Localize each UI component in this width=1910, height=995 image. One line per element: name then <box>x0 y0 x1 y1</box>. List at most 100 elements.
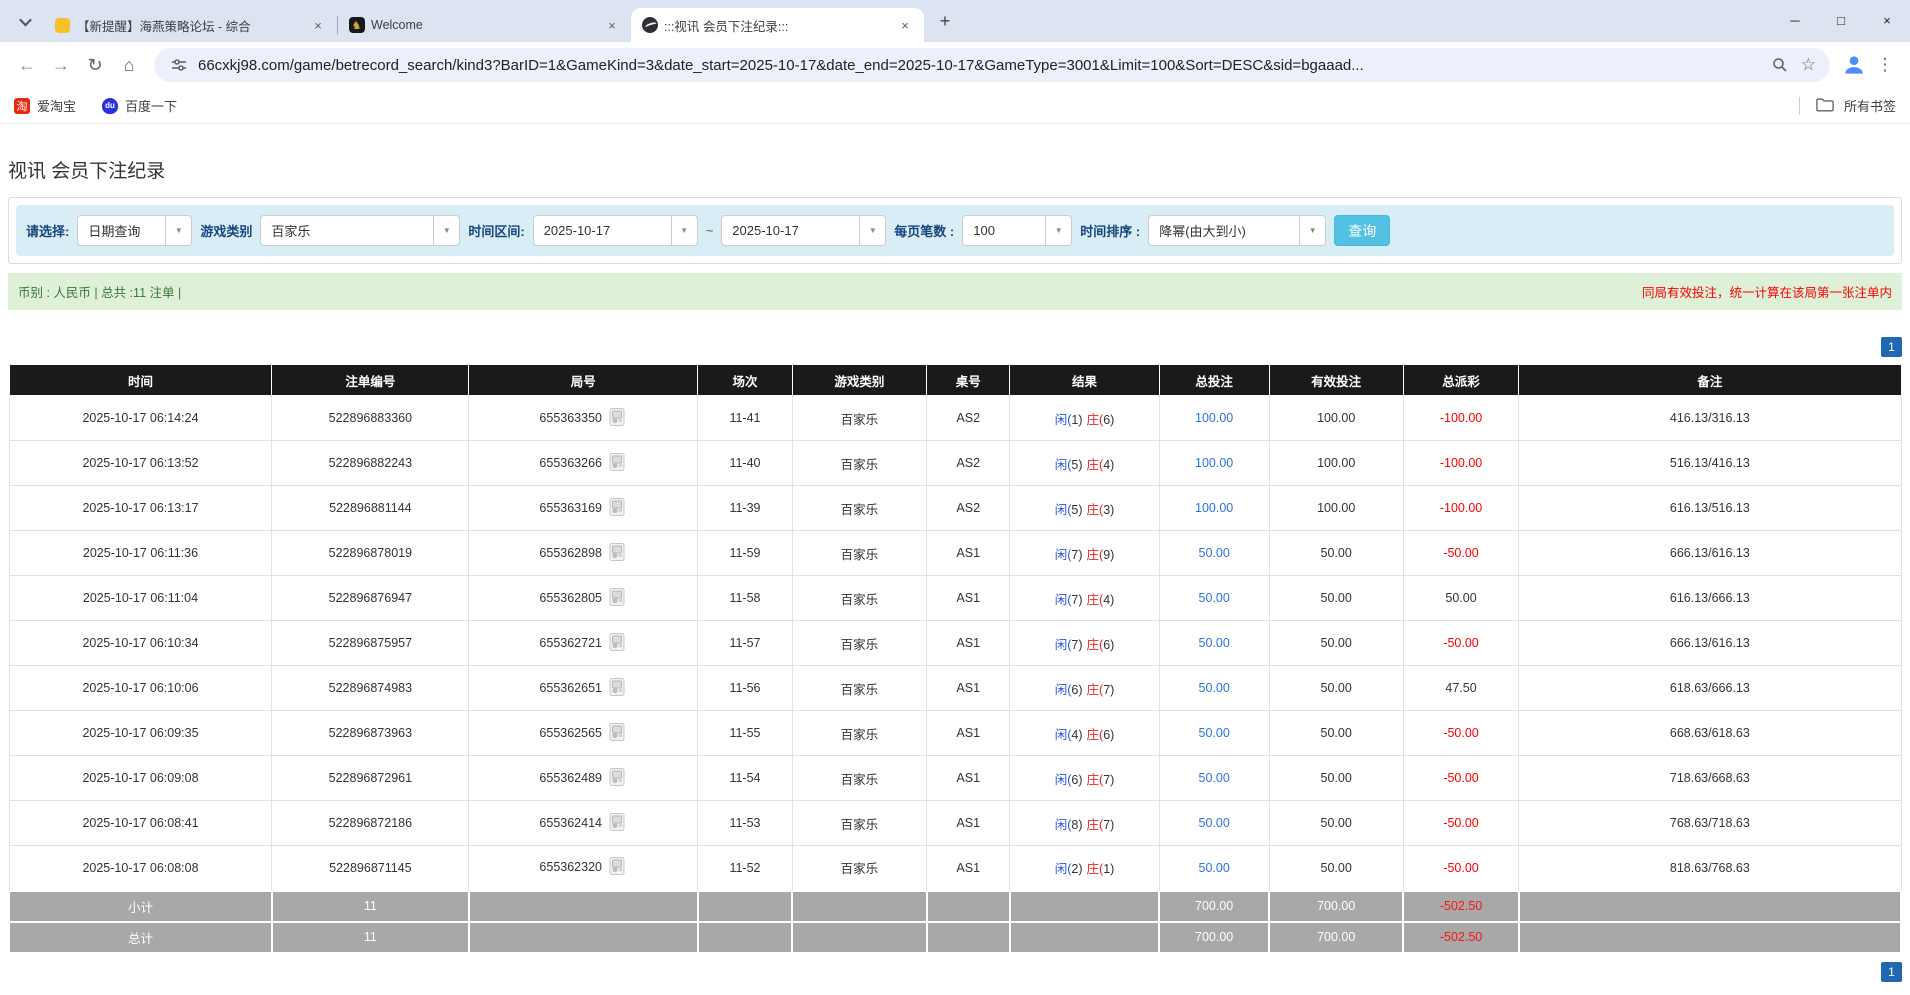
result-player: 闲(6) <box>1055 769 1083 788</box>
browser-menu-icon[interactable]: ⋮ <box>1870 50 1900 80</box>
round-number: 655362414 <box>539 815 602 829</box>
video-replay-icon[interactable] <box>607 452 627 475</box>
minimize-button[interactable]: ─ <box>1772 0 1818 40</box>
total-bet-link[interactable]: 50.00 <box>1199 771 1230 785</box>
cell-valid-bet: 100.00 <box>1269 396 1403 441</box>
result-player: 闲(5) <box>1055 499 1083 518</box>
cell-session: 11-56 <box>698 666 793 711</box>
forward-icon[interactable]: → <box>44 48 78 82</box>
cell-remark: 718.63/668.63 <box>1519 756 1901 801</box>
total-bet-link[interactable]: 50.00 <box>1199 681 1230 695</box>
payout-cell: -50.00 <box>1403 846 1518 891</box>
date-end-select[interactable]: 2025-10-17 ▼ <box>721 215 886 246</box>
search-button[interactable]: 查询 <box>1334 215 1390 246</box>
total-bet-link[interactable]: 50.00 <box>1199 816 1230 830</box>
all-bookmarks[interactable]: 所有书签 <box>1799 96 1896 115</box>
cell-remark: 416.13/316.13 <box>1519 396 1901 441</box>
cell-remark: 616.13/666.13 <box>1519 576 1901 621</box>
video-replay-icon[interactable] <box>607 677 627 700</box>
summary-empty-cell <box>1519 922 1901 953</box>
reload-icon[interactable]: ↻ <box>78 48 112 82</box>
summary-empty-cell <box>792 891 926 922</box>
close-icon[interactable]: × <box>309 16 327 34</box>
cell-table-no: AS2 <box>927 396 1010 441</box>
tab-bet-records[interactable]: :::视讯 会员下注纪录::: × <box>631 8 924 42</box>
video-replay-icon[interactable] <box>607 632 627 655</box>
cell-round: 655362565 <box>469 711 698 756</box>
bookmark-baidu[interactable]: du 百度一下 <box>102 96 177 115</box>
video-replay-icon[interactable] <box>607 722 627 745</box>
summary-empty-cell <box>1519 891 1901 922</box>
cell-time: 2025-10-17 06:09:08 <box>9 756 272 801</box>
total-bet-link[interactable]: 100.00 <box>1195 501 1233 515</box>
round-number: 655362805 <box>539 590 602 604</box>
cell-result: 闲(5)庄(4) <box>1010 441 1159 486</box>
total-bet-link[interactable]: 50.00 <box>1199 861 1230 875</box>
close-icon[interactable]: × <box>896 16 914 34</box>
filter-bar: 请选择: 日期查询 ▼ 游戏类别 百家乐 ▼ 时间区间: 2025-10-17 … <box>16 205 1894 256</box>
bookmark-taobao[interactable]: 淘 爱淘宝 <box>14 96 76 115</box>
tab-welcome[interactable]: ♞ Welcome × <box>338 8 631 42</box>
total-bet-link[interactable]: 50.00 <box>1199 726 1230 740</box>
back-icon[interactable]: ← <box>10 48 44 82</box>
cell-total-bet: 100.00 <box>1159 486 1269 531</box>
cell-time: 2025-10-17 06:11:04 <box>9 576 272 621</box>
profile-avatar[interactable] <box>1838 49 1870 81</box>
tab-title: 【新提醒】海燕策略论坛 - 综合 <box>77 16 303 35</box>
cell-total-bet: 50.00 <box>1159 756 1269 801</box>
video-replay-icon[interactable] <box>607 497 627 520</box>
cell-session: 11-58 <box>698 576 793 621</box>
page-1-button[interactable]: 1 <box>1881 962 1902 982</box>
video-replay-icon[interactable] <box>607 812 627 835</box>
address-bar[interactable]: 66cxkj98.com/game/betrecord_search/kind3… <box>154 48 1830 82</box>
summary-empty-cell <box>927 922 1010 953</box>
video-replay-icon[interactable] <box>607 767 627 790</box>
caret-down-icon: ▼ <box>165 216 191 245</box>
page-1-button[interactable]: 1 <box>1881 337 1902 357</box>
result-player: 闲(7) <box>1055 634 1083 653</box>
summary-empty-cell <box>792 922 926 953</box>
result-banker: 庄(4) <box>1087 454 1115 473</box>
tab-forum[interactable]: 【新提醒】海燕策略论坛 - 综合 × <box>44 8 337 42</box>
header-table-no: 桌号 <box>927 365 1010 396</box>
home-icon[interactable]: ⌂ <box>112 48 146 82</box>
total-bet-link[interactable]: 50.00 <box>1199 546 1230 560</box>
video-replay-icon[interactable] <box>607 856 627 879</box>
taobao-icon: 淘 <box>14 98 30 114</box>
cell-result: 闲(4)庄(6) <box>1010 711 1159 756</box>
video-replay-icon[interactable] <box>607 407 627 430</box>
game-type-select[interactable]: 百家乐 ▼ <box>260 215 460 246</box>
cell-valid-bet: 50.00 <box>1269 801 1403 846</box>
bookmark-star-icon[interactable]: ☆ <box>1801 55 1816 75</box>
new-tab-button[interactable]: + <box>930 6 960 36</box>
tab-search-button[interactable] <box>10 6 40 36</box>
total-bet-link[interactable]: 100.00 <box>1195 456 1233 470</box>
total-bet-link[interactable]: 50.00 <box>1199 591 1230 605</box>
video-replay-icon[interactable] <box>607 542 627 565</box>
query-mode-select[interactable]: 日期查询 ▼ <box>77 215 192 246</box>
cell-remark: 666.13/616.13 <box>1519 621 1901 666</box>
total-bet-link[interactable]: 50.00 <box>1199 636 1230 650</box>
cell-table-no: AS2 <box>927 486 1010 531</box>
maximize-button[interactable]: □ <box>1818 0 1864 40</box>
window-close-button[interactable]: × <box>1864 0 1910 40</box>
header-time: 时间 <box>9 365 272 396</box>
cell-result: 闲(2)庄(1) <box>1010 846 1159 891</box>
site-settings-icon[interactable] <box>168 54 190 76</box>
header-result: 结果 <box>1010 365 1159 396</box>
video-replay-icon[interactable] <box>607 587 627 610</box>
caret-down-icon: ▼ <box>671 216 697 245</box>
cell-game: 百家乐 <box>792 621 926 666</box>
date-start-select[interactable]: 2025-10-17 ▼ <box>533 215 698 246</box>
page-title: 视讯 会员下注纪录 <box>8 156 1902 183</box>
sort-select[interactable]: 降幂(由大到小) ▼ <box>1148 215 1326 246</box>
close-icon[interactable]: × <box>603 16 621 34</box>
cell-table-no: AS2 <box>927 441 1010 486</box>
zoom-icon[interactable] <box>1769 54 1791 76</box>
cell-round: 655363266 <box>469 441 698 486</box>
header-session: 场次 <box>698 365 793 396</box>
url-text[interactable]: 66cxkj98.com/game/betrecord_search/kind3… <box>198 57 1761 74</box>
per-page-select[interactable]: 100 ▼ <box>962 215 1072 246</box>
date-range-label: 时间区间: <box>468 221 524 240</box>
total-bet-link[interactable]: 100.00 <box>1195 411 1233 425</box>
